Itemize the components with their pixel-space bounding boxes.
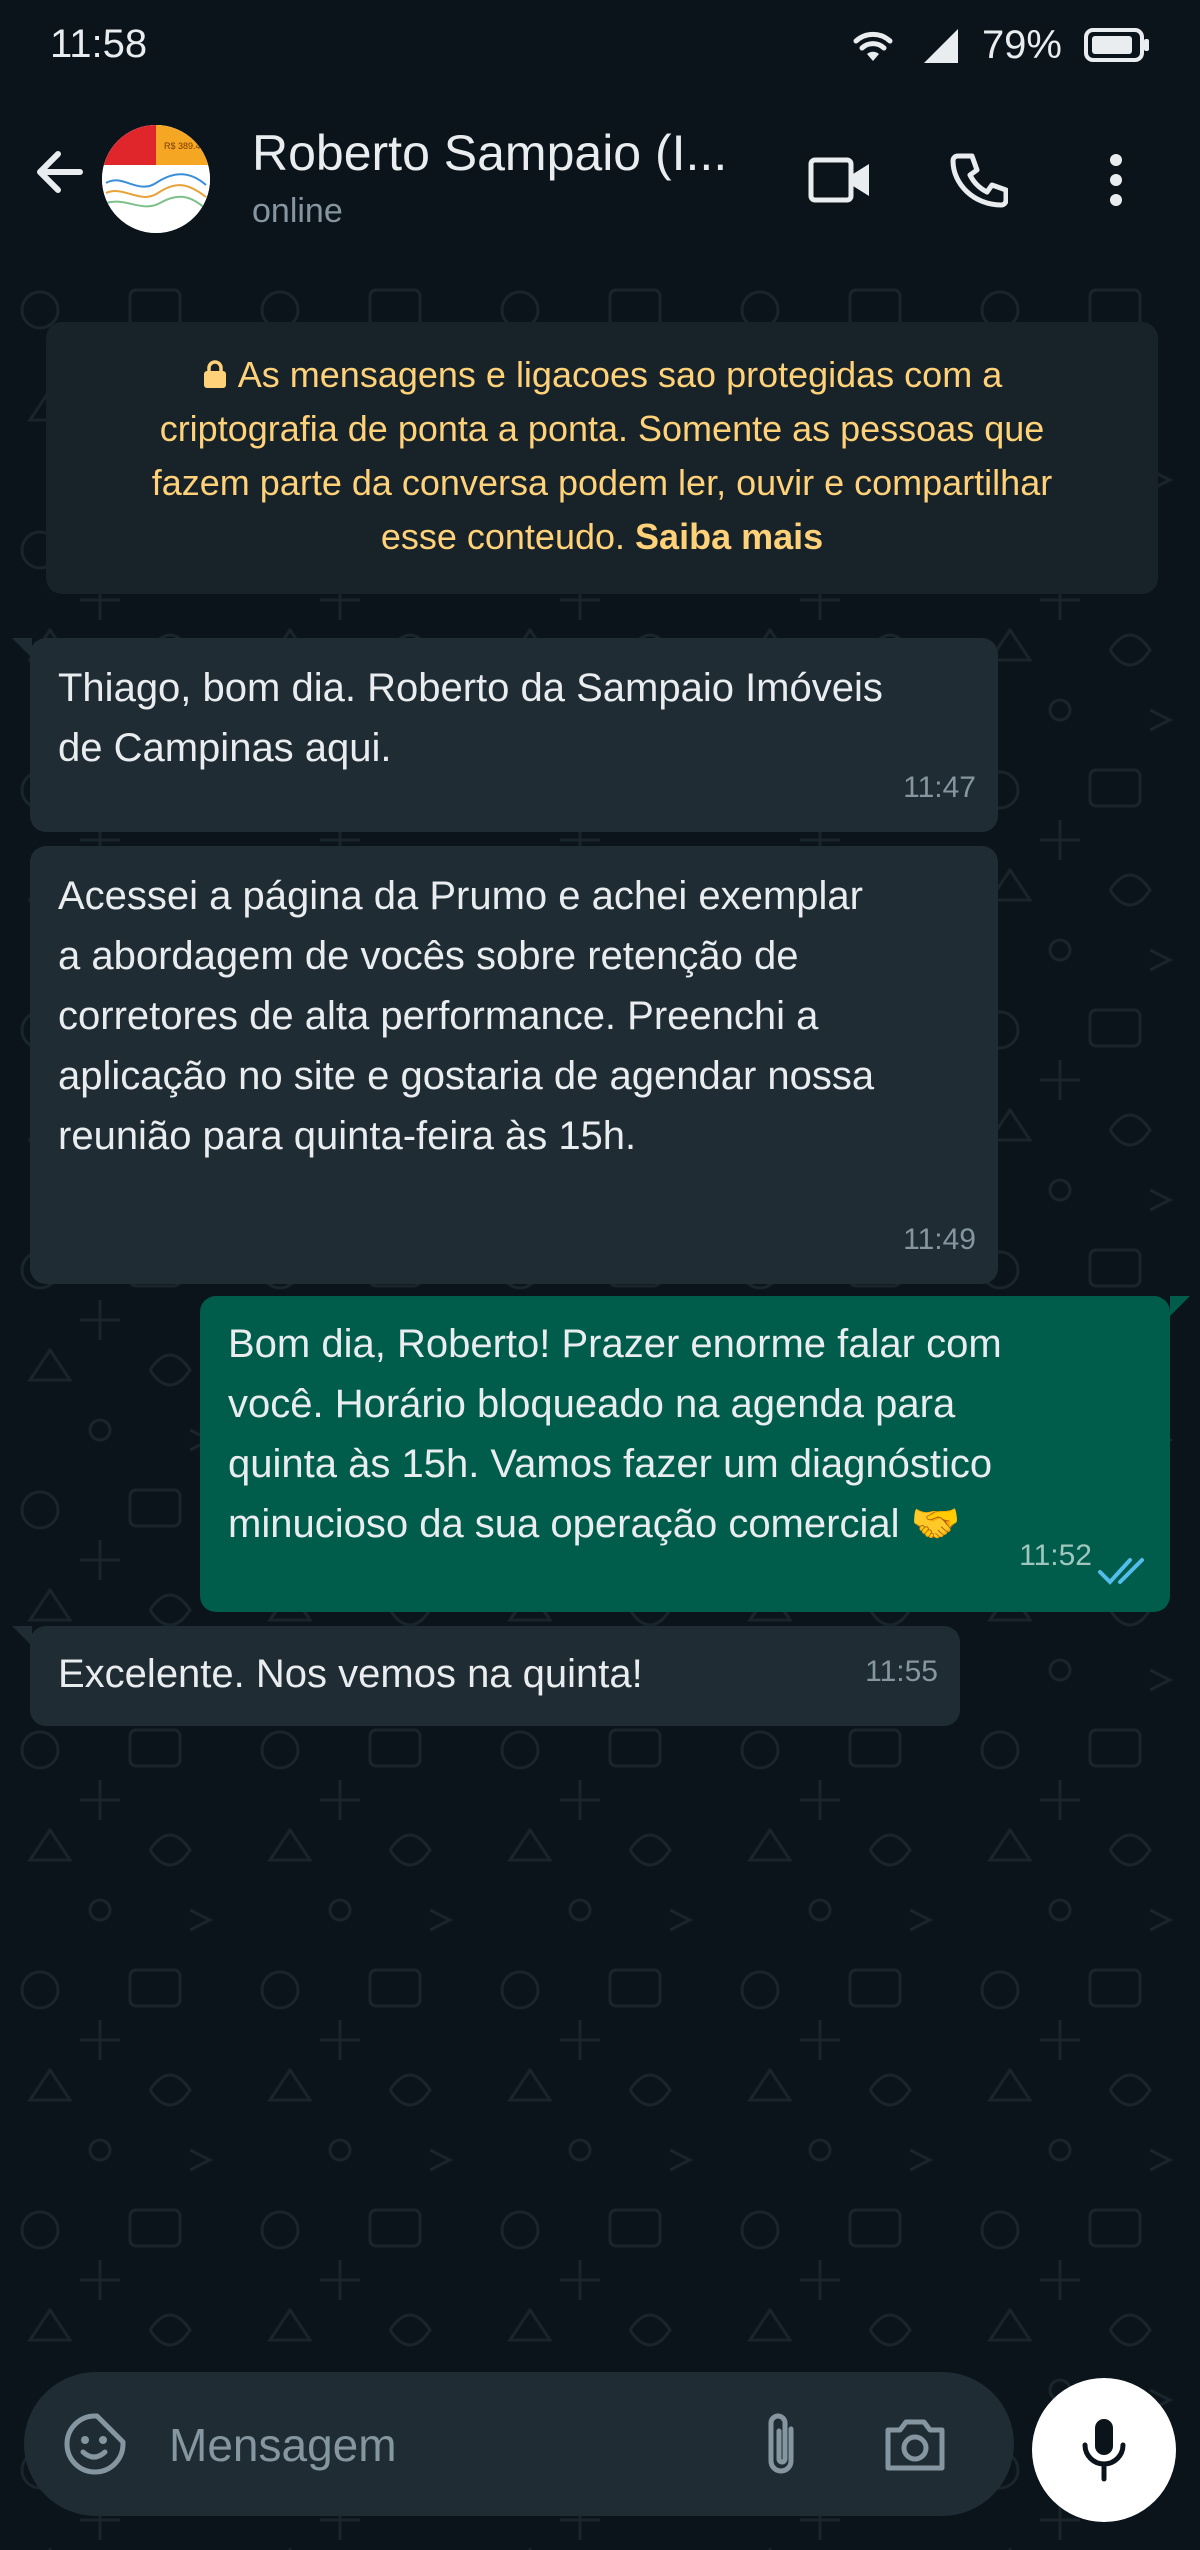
status-icons: 79% xyxy=(848,20,1150,70)
encryption-notice[interactable]: As mensagens e ligacoes sao protegidas c… xyxy=(46,322,1158,594)
learn-more-link[interactable]: Saiba mais xyxy=(635,516,823,557)
encryption-line-3: fazem parte da conversa podem ler, ouvir… xyxy=(151,462,1053,503)
message-text: Bom dia, Roberto! Prazer enorme falar co… xyxy=(228,1322,1002,1546)
message-bubble[interactable]: Bom dia, Roberto! Prazer enorme falar co… xyxy=(200,1296,1170,1612)
video-call-button[interactable] xyxy=(804,148,876,212)
kebab-menu-icon xyxy=(1110,154,1122,206)
microphone-icon xyxy=(1082,2419,1126,2482)
message-bubble[interactable]: Acessei a página da Prumo e achei exempl… xyxy=(30,846,998,1284)
video-camera-icon xyxy=(808,157,869,203)
battery-icon xyxy=(1084,28,1149,62)
read-receipt-icon xyxy=(1098,1558,1144,1585)
wifi-icon xyxy=(853,31,893,61)
back-arrow-icon[interactable] xyxy=(28,140,92,204)
voice-message-button[interactable] xyxy=(1032,2378,1176,2522)
message-input-bar: Mensagem xyxy=(24,2372,1014,2516)
more-options-button[interactable] xyxy=(1080,148,1152,212)
contact-name[interactable]: Roberto Sampaio (I... xyxy=(252,124,727,182)
message-time: 11:49 xyxy=(903,1223,976,1256)
sticker-icon xyxy=(64,2413,126,2475)
status-time: 11:58 xyxy=(50,22,148,66)
signal-icon xyxy=(923,29,958,63)
message-time: 11:55 xyxy=(865,1655,938,1688)
avatar-image: R$ 389.4... xyxy=(102,125,210,233)
chat-header: R$ 389.4... Roberto Sampaio (I... online xyxy=(0,90,1200,270)
voice-call-button[interactable] xyxy=(942,148,1014,212)
encryption-line-4: esse conteudo. Saiba mais xyxy=(380,516,824,557)
message-bubble[interactable]: Thiago, bom dia. Roberto da Sampaio Imóv… xyxy=(30,638,998,832)
message-input[interactable]: Mensagem xyxy=(169,2418,397,2472)
paperclip-icon xyxy=(768,2413,794,2474)
message-text: Excelente. Nos vemos na quinta! xyxy=(58,1652,643,1696)
message-time: 11:47 xyxy=(903,771,976,804)
battery-percent: 79% xyxy=(981,22,1062,67)
encryption-line-2: criptografia de ponta a ponta. Somente a… xyxy=(159,408,1045,449)
sticker-button[interactable] xyxy=(60,2409,130,2479)
status-bar: 11:58 79% xyxy=(0,0,1200,90)
camera-icon xyxy=(885,2419,945,2471)
message-text: Acessei a página da Prumo e achei exempl… xyxy=(58,874,875,1158)
camera-button[interactable] xyxy=(880,2409,950,2479)
message-time: 11:52 xyxy=(1019,1539,1092,1572)
lock-icon xyxy=(203,360,226,388)
attach-button[interactable] xyxy=(746,2409,816,2479)
message-bubble[interactable]: Excelente. Nos vemos na quinta! 11:55 xyxy=(30,1626,960,1726)
avatar[interactable]: R$ 389.4... xyxy=(102,125,210,233)
phone-icon xyxy=(950,153,1008,208)
avatar-text: R$ 389.4... xyxy=(164,141,208,151)
encryption-line-1: As mensagens e ligacoes sao protegidas c… xyxy=(96,348,1108,402)
contact-status: online xyxy=(252,192,343,230)
message-text: Thiago, bom dia. Roberto da Sampaio Imóv… xyxy=(58,666,883,770)
